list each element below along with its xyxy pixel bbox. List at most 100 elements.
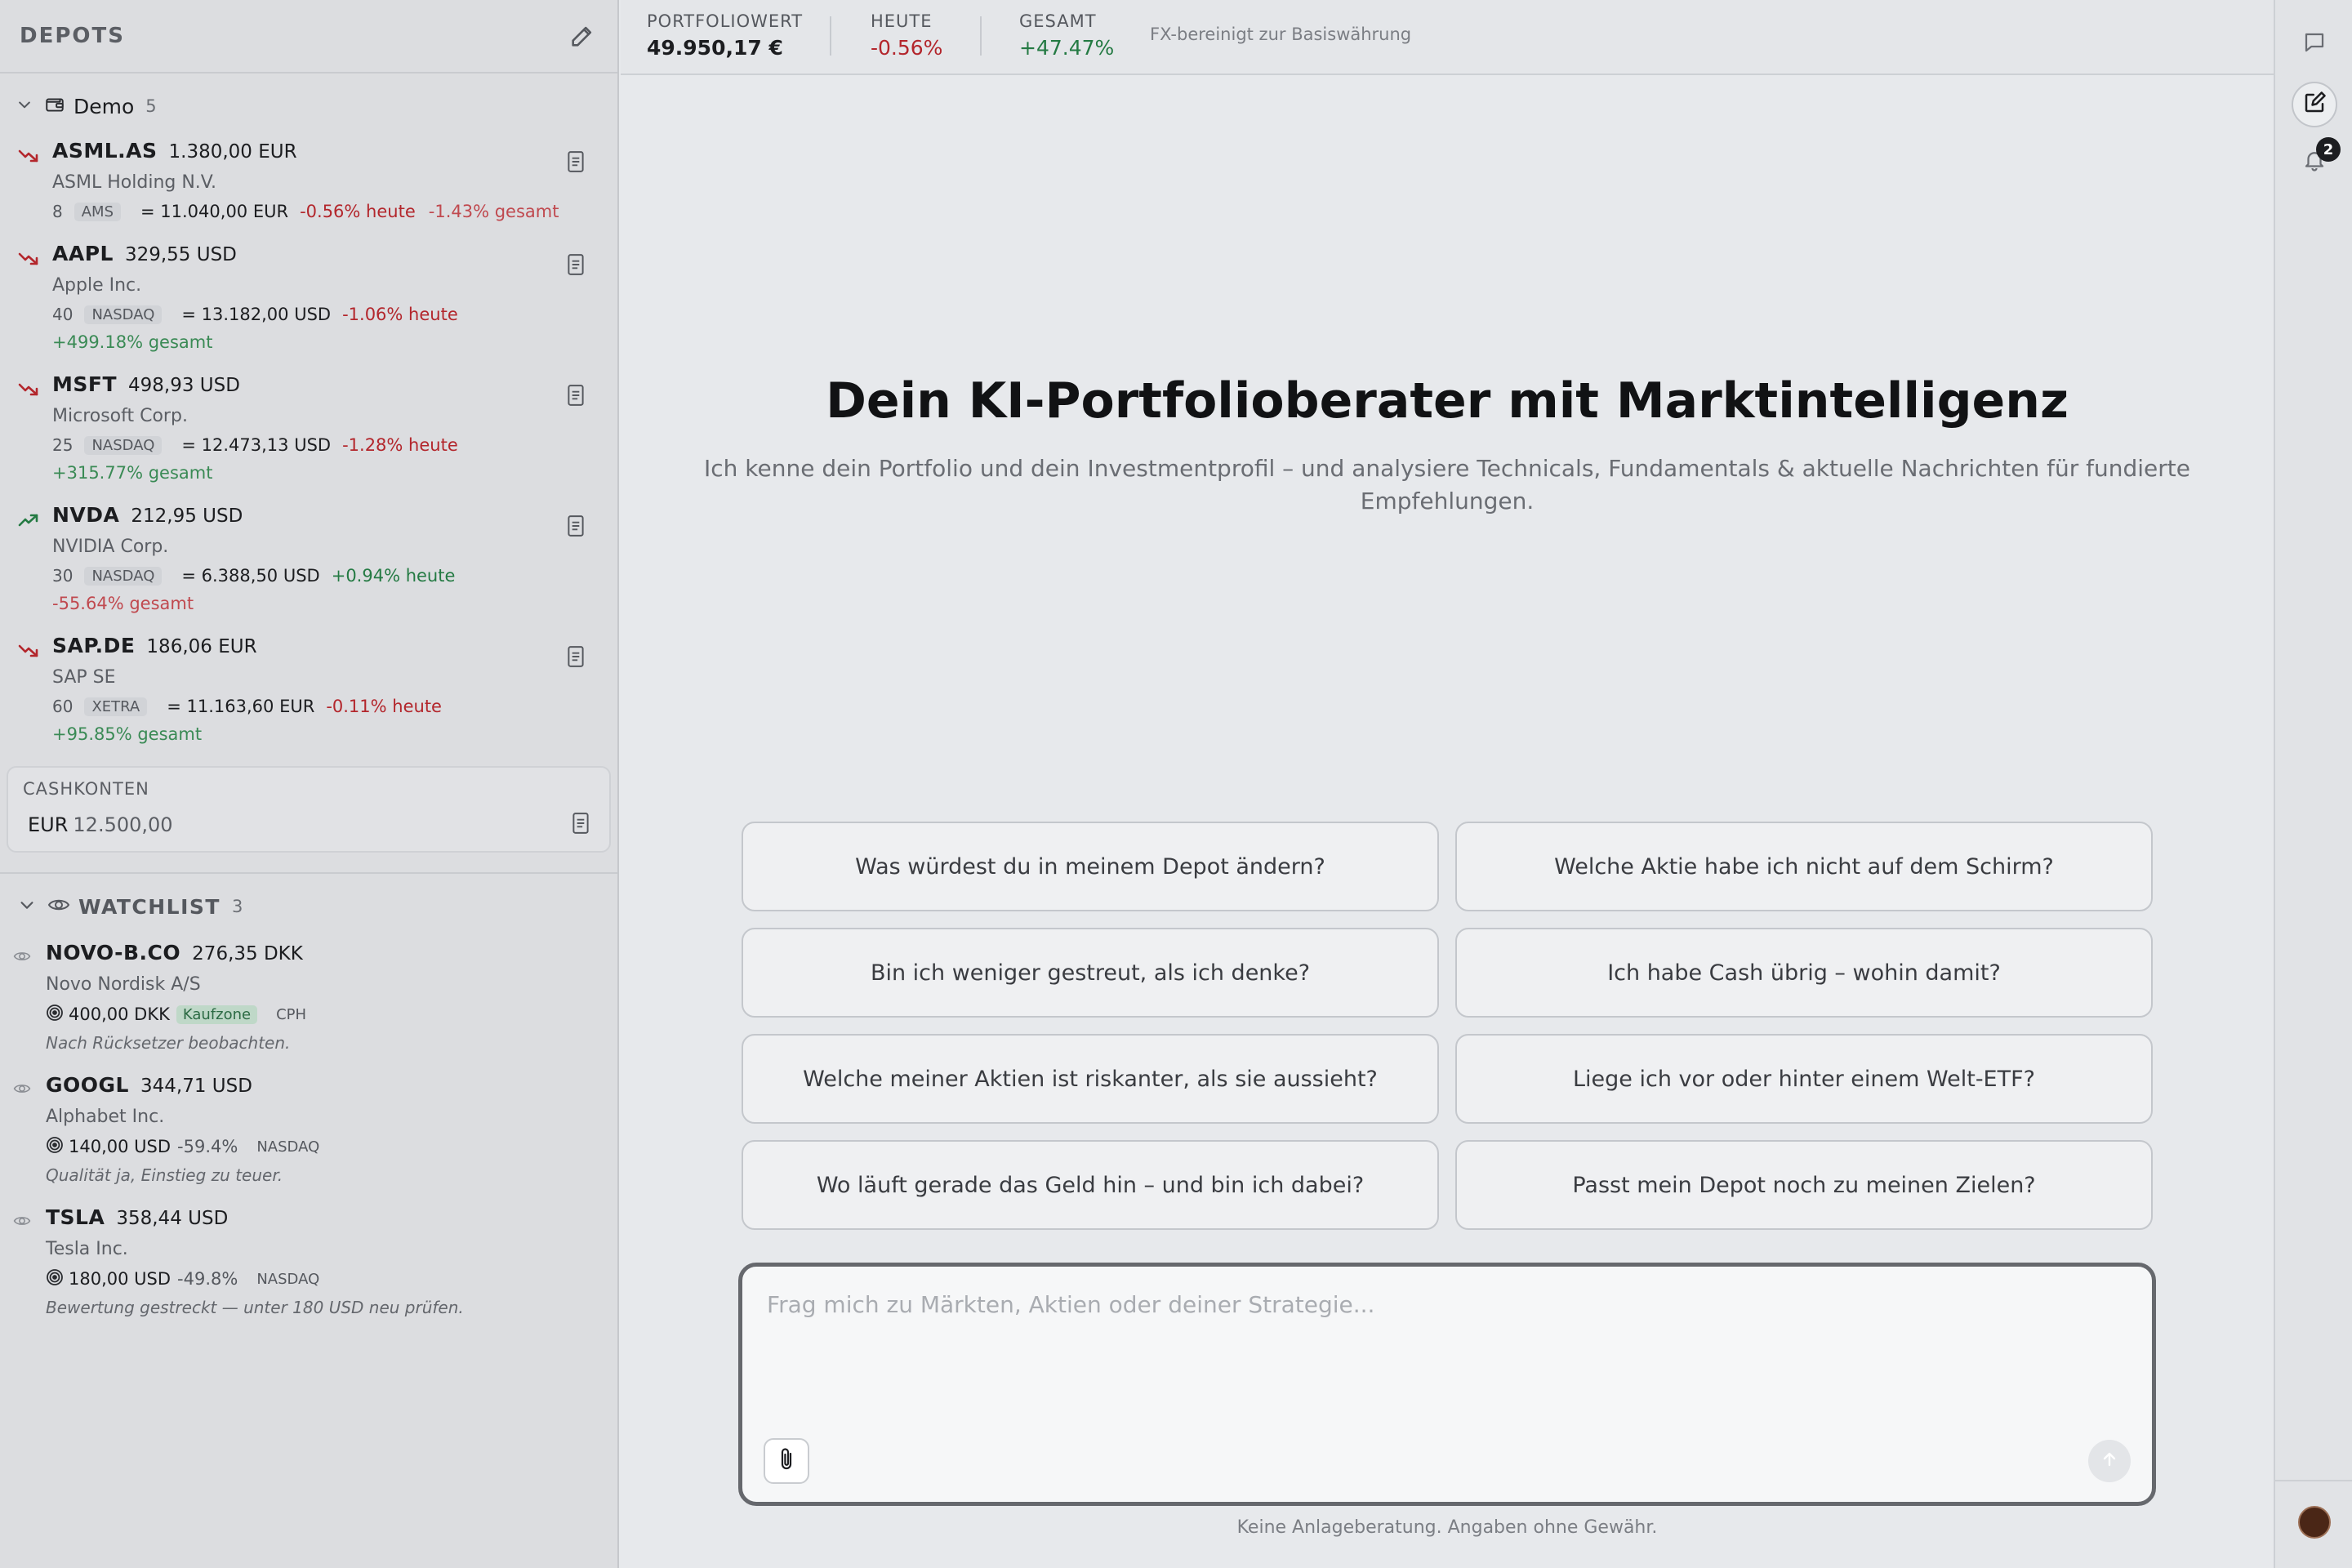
divider — [980, 16, 982, 56]
position-qty: 30 — [52, 566, 74, 586]
cash-row-eur[interactable]: EUR 12.500,00 — [28, 813, 173, 836]
position-price: 329,55 USD — [124, 244, 237, 265]
watchlist-item-googl[interactable]: GOOGL 344,71 USD Alphabet Inc. 140,00 US… — [13, 1073, 609, 1189]
document-icon[interactable] — [565, 514, 586, 541]
position-change-total: +95.85% gesamt — [52, 724, 203, 744]
position-symbol: AAPL — [52, 242, 114, 265]
arrow-up-icon — [2100, 1450, 2118, 1472]
avatar[interactable] — [2298, 1506, 2331, 1539]
position-row-asml[interactable]: ASML.AS 1.380,00 EUR ASML Holding N.V. 8… — [0, 139, 617, 225]
suggestion-button[interactable]: Ich habe Cash übrig – wohin damit? — [1455, 928, 2153, 1018]
notifications-button[interactable]: 2 — [2292, 137, 2341, 185]
position-row-nvda[interactable]: NVDA 212,95 USD NVIDIA Corp. 30 NASDAQ =… — [0, 503, 617, 617]
document-icon[interactable] — [565, 384, 586, 410]
cash-title: CASHKONTEN — [23, 779, 149, 799]
position-change-today: -1.28% heute — [342, 435, 458, 455]
position-symbol: NVDA — [52, 503, 120, 527]
attach-button[interactable] — [764, 1438, 809, 1484]
position-change-today: -1.06% heute — [342, 305, 458, 324]
chat-input[interactable] — [767, 1291, 2123, 1414]
suggestion-button[interactable]: Liege ich vor oder hinter einem Welt-ETF… — [1455, 1034, 2153, 1124]
exchange-badge: CPH — [276, 1005, 307, 1023]
eye-icon — [13, 1081, 31, 1099]
position-price: 1.380,00 EUR — [168, 141, 297, 163]
position-change-total: -1.43% gesamt — [428, 202, 559, 221]
exchange-badge: NASDAQ — [84, 566, 163, 586]
kpi-value: -0.56% — [871, 36, 943, 60]
watchlist-item-novo[interactable]: NOVO-B.CO 276,35 DKK Novo Nordisk A/S 40… — [13, 941, 609, 1057]
position-row-sap[interactable]: SAP.DE 186,06 EUR SAP SE 60 XETRA = 11.1… — [0, 634, 617, 748]
position-value: = 11.040,00 EUR — [140, 202, 289, 221]
sidebar-header: DEPOTS — [0, 0, 617, 74]
position-row-msft[interactable]: MSFT 498,93 USD Microsoft Corp. 25 NASDA… — [0, 372, 617, 487]
watchlist-symbol: TSLA — [46, 1205, 105, 1229]
watchlist-note: Qualität ja, Einstieg zu teuer. — [46, 1165, 283, 1185]
chevron-down-icon[interactable] — [18, 896, 36, 917]
send-button[interactable] — [2088, 1440, 2131, 1482]
position-symbol: ASML.AS — [52, 139, 158, 163]
exchange-badge: XETRA — [84, 697, 148, 716]
suggestion-button[interactable]: Welche Aktie habe ich nicht auf dem Schi… — [1455, 822, 2153, 911]
trend-up-icon — [18, 511, 39, 532]
watchlist-distance: -59.4% — [177, 1137, 238, 1156]
divider — [830, 16, 831, 56]
position-symbol: SAP.DE — [52, 634, 136, 657]
kpi-label: GESAMT — [1019, 11, 1097, 31]
exchange-badge: NASDAQ — [84, 435, 163, 455]
watchlist-name: Alphabet Inc. — [46, 1107, 165, 1127]
exchange-badge: NASDAQ — [84, 305, 163, 324]
watchlist-header[interactable]: WATCHLIST 3 — [18, 889, 243, 924]
position-price: 498,93 USD — [128, 375, 240, 396]
chat-history-button[interactable] — [2292, 21, 2337, 67]
position-name: Microsoft Corp. — [52, 406, 188, 426]
watchlist-note: Nach Rücksetzer beobachten. — [46, 1033, 291, 1053]
kpi-value: +47.47% — [1019, 36, 1115, 60]
disclaimer: Keine Anlageberatung. Angaben ohne Gewäh… — [1236, 1517, 1658, 1538]
depot-group-count: 5 — [145, 96, 157, 116]
page-subtitle: Ich kenne dein Portfolio und dein Invest… — [703, 455, 2190, 514]
position-change-total: +499.18% gesamt — [52, 332, 213, 352]
watchlist-item-tsla[interactable]: TSLA 358,44 USD Tesla Inc. 180,00 USD -4… — [13, 1205, 609, 1321]
depot-group-demo[interactable]: Demo 5 — [0, 74, 617, 139]
document-icon[interactable] — [570, 812, 591, 838]
divider — [2275, 1480, 2352, 1481]
document-icon[interactable] — [565, 150, 586, 176]
trend-down-icon — [18, 642, 39, 663]
target-icon — [46, 1136, 64, 1158]
target-icon — [46, 1004, 64, 1026]
kpi-label: PORTFOLIOWERT — [647, 11, 804, 31]
kpi-today: HEUTE -0.56% — [871, 11, 942, 60]
exchange-badge: NASDAQ — [256, 1270, 320, 1288]
position-qty: 40 — [52, 305, 74, 324]
chevron-down-icon[interactable] — [16, 96, 33, 116]
position-value: = 13.182,00 USD — [181, 305, 332, 324]
target-icon — [46, 1268, 64, 1290]
trend-down-icon — [18, 381, 39, 402]
watchlist-name: Tesla Inc. — [46, 1239, 128, 1259]
kpi-portfolio-value: PORTFOLIOWERT 49.950,17 € — [647, 11, 803, 60]
exchange-badge: NASDAQ — [256, 1138, 320, 1156]
suggestion-button[interactable]: Was würdest du in meinem Depot ändern? — [742, 822, 1439, 911]
pencil-icon[interactable] — [568, 22, 596, 50]
position-change-total: -55.64% gesamt — [52, 594, 194, 613]
watchlist-price: 276,35 DKK — [192, 943, 303, 964]
position-row-aapl[interactable]: AAPL 329,55 USD Apple Inc. 40 NASDAQ = 1… — [0, 242, 617, 356]
position-name: ASML Holding N.V. — [52, 172, 216, 193]
suggestion-button[interactable]: Bin ich weniger gestreut, als ich denke? — [742, 928, 1439, 1018]
page-title: Dein KI-Portfolioberater mit Marktintell… — [826, 372, 2069, 430]
position-change-total: +315.77% gesamt — [52, 463, 213, 483]
sidebar: DEPOTS Demo 5 ASML.AS 1.380,00 EUR ASML … — [0, 0, 619, 1568]
eye-icon — [47, 896, 70, 917]
new-chat-button[interactable] — [2292, 82, 2337, 127]
suggestion-button[interactable]: Welche meiner Aktien ist riskanter, als … — [742, 1034, 1439, 1124]
document-icon[interactable] — [565, 253, 586, 279]
exchange-badge: AMS — [74, 202, 122, 221]
suggestion-button[interactable]: Passt mein Depot noch zu meinen Zielen? — [1455, 1140, 2153, 1230]
suggestion-button[interactable]: Wo läuft gerade das Geld hin – und bin i… — [742, 1140, 1439, 1230]
watchlist-name: Novo Nordisk A/S — [46, 974, 201, 995]
right-rail: 2 — [2274, 0, 2352, 1568]
watchlist-price: 358,44 USD — [116, 1208, 229, 1229]
document-icon[interactable] — [565, 645, 586, 671]
sidebar-title: DEPOTS — [20, 24, 125, 48]
position-name: NVIDIA Corp. — [52, 537, 169, 557]
